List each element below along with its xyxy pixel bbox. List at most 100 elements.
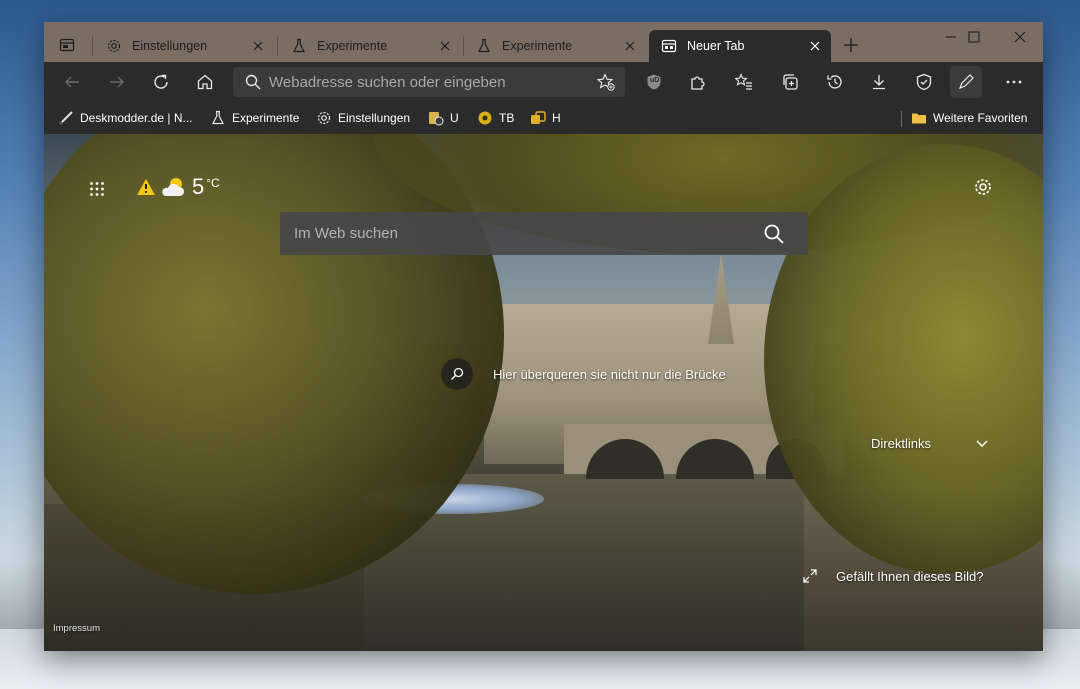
- tab-strip: Einstellungen Experimente Experimente Ne…: [44, 22, 1043, 62]
- history-icon: [827, 75, 842, 89]
- h-bookmark-icon: [530, 110, 546, 126]
- impressum-link[interactable]: Impressum: [53, 623, 100, 634]
- settings-more-button[interactable]: [998, 66, 1030, 98]
- favorites-separator: [901, 111, 902, 127]
- back-button[interactable]: [56, 66, 88, 98]
- other-favorites-label: Weitere Favoriten: [933, 111, 1028, 125]
- favorite-h[interactable]: H: [530, 108, 561, 128]
- web-search-box[interactable]: [280, 212, 808, 255]
- tab-title: Experimente: [317, 39, 388, 53]
- maximize-icon: [968, 31, 980, 43]
- close-window-button[interactable]: [997, 22, 1043, 52]
- deskmodder-icon: [58, 110, 74, 126]
- new-tab-page: 5 °C Hier überqueren sie nicht nur die B…: [44, 134, 1043, 651]
- more-icon: [1006, 80, 1022, 84]
- temperature-unit: °C: [206, 176, 220, 190]
- new-tab-button[interactable]: [840, 34, 862, 56]
- tab-title: Einstellungen: [132, 39, 208, 53]
- tb-bookmark-icon: [477, 110, 493, 126]
- arrow-left-icon: [65, 76, 79, 88]
- folder-icon: [911, 110, 927, 126]
- like-image-label: Gefällt Ihnen dieses Bild?: [836, 568, 984, 584]
- download-icon: [873, 75, 885, 90]
- extension-badge: uD: [650, 77, 660, 84]
- close-tab-icon[interactable]: [250, 38, 266, 54]
- favorite-u[interactable]: U: [428, 108, 459, 128]
- close-tab-icon[interactable]: [622, 38, 638, 54]
- new-tab-page-icon: [661, 38, 677, 54]
- close-tab-icon[interactable]: [437, 38, 453, 54]
- tab-actions-icon: [59, 38, 75, 52]
- forward-button[interactable]: [101, 66, 133, 98]
- gear-icon: [316, 110, 332, 126]
- address-bar[interactable]: [233, 67, 625, 97]
- history-button[interactable]: [819, 66, 851, 98]
- search-icon: [245, 74, 261, 90]
- favorite-tb[interactable]: TB: [477, 108, 514, 128]
- favorite-deskmodder[interactable]: Deskmodder.de | N...: [58, 108, 193, 128]
- page-settings-button[interactable]: [970, 174, 996, 200]
- home-icon: [197, 74, 213, 90]
- tab-title: Experimente: [502, 39, 573, 53]
- search-icon[interactable]: [762, 222, 786, 246]
- downloads-button[interactable]: [863, 66, 895, 98]
- chevron-down-icon: [975, 437, 989, 451]
- app-launcher-button[interactable]: [84, 176, 110, 202]
- browser-essentials-button[interactable]: [908, 66, 940, 98]
- image-caption-text: Hier überqueren sie nicht nur die Brücke: [493, 366, 726, 382]
- weather-widget[interactable]: 5 °C: [136, 174, 220, 200]
- maximize-button[interactable]: [951, 22, 997, 52]
- tab-actions-button[interactable]: [52, 31, 82, 59]
- favorite-einstellungen[interactable]: Einstellungen: [316, 108, 410, 128]
- ublock-extension-button[interactable]: uD: [638, 66, 670, 98]
- collections-button[interactable]: [774, 66, 806, 98]
- u-bookmark-icon: [428, 110, 444, 126]
- toolbar: uD: [44, 62, 1043, 102]
- flask-icon: [476, 38, 492, 54]
- refresh-button[interactable]: [145, 66, 177, 98]
- arrow-right-icon: [110, 76, 124, 88]
- close-icon: [1014, 31, 1026, 43]
- grid-icon: [90, 182, 104, 196]
- quick-links-label: Direktlinks: [871, 436, 931, 451]
- warning-icon: [136, 178, 156, 196]
- favorite-label: Experimente: [232, 111, 300, 125]
- favorites-button[interactable]: [728, 66, 760, 98]
- pen-icon: [958, 74, 974, 90]
- tab-neuer-tab[interactable]: Neuer Tab: [649, 30, 831, 62]
- address-input[interactable]: [267, 72, 591, 92]
- favorite-label: Deskmodder.de | N...: [80, 111, 193, 125]
- favorite-label: H: [552, 111, 561, 125]
- flask-icon: [291, 38, 307, 54]
- favorite-label: Einstellungen: [338, 111, 411, 125]
- pen-extension-button[interactable]: [950, 66, 982, 98]
- image-caption[interactable]: Hier überqueren sie nicht nur die Brücke: [441, 358, 726, 390]
- tab-separator: [277, 36, 278, 56]
- star-list-icon: [735, 73, 752, 90]
- gear-icon: [106, 38, 122, 54]
- add-favorite-icon[interactable]: [597, 73, 615, 91]
- collections-icon: [783, 74, 798, 90]
- favorite-experimente[interactable]: Experimente: [210, 108, 299, 128]
- other-favorites-folder[interactable]: Weitere Favoriten: [911, 108, 1027, 128]
- flask-icon: [210, 110, 226, 126]
- plus-icon: [844, 38, 858, 52]
- gear-icon: [975, 179, 991, 195]
- web-search-input[interactable]: [292, 224, 756, 243]
- temperature-value: 5: [192, 174, 205, 199]
- search-icon: [451, 367, 464, 380]
- puzzle-icon: [691, 76, 705, 90]
- expand-icon: [802, 568, 818, 584]
- image-info-button[interactable]: [441, 358, 473, 390]
- tab-einstellungen[interactable]: Einstellungen: [94, 30, 274, 62]
- favorites-bar: Deskmodder.de | N... Experimente Einstel…: [44, 102, 1043, 134]
- like-image-link[interactable]: Gefällt Ihnen dieses Bild?: [802, 568, 983, 584]
- home-button[interactable]: [189, 66, 221, 98]
- tab-experimente-1[interactable]: Experimente: [279, 30, 461, 62]
- extensions-button[interactable]: [682, 66, 714, 98]
- tab-experimente-2[interactable]: Experimente: [464, 30, 646, 62]
- close-tab-icon[interactable]: [807, 38, 823, 54]
- shield-heart-icon: [916, 73, 932, 91]
- quick-links-toggle[interactable]: Direktlinks: [871, 436, 989, 451]
- tab-separator: [92, 36, 93, 56]
